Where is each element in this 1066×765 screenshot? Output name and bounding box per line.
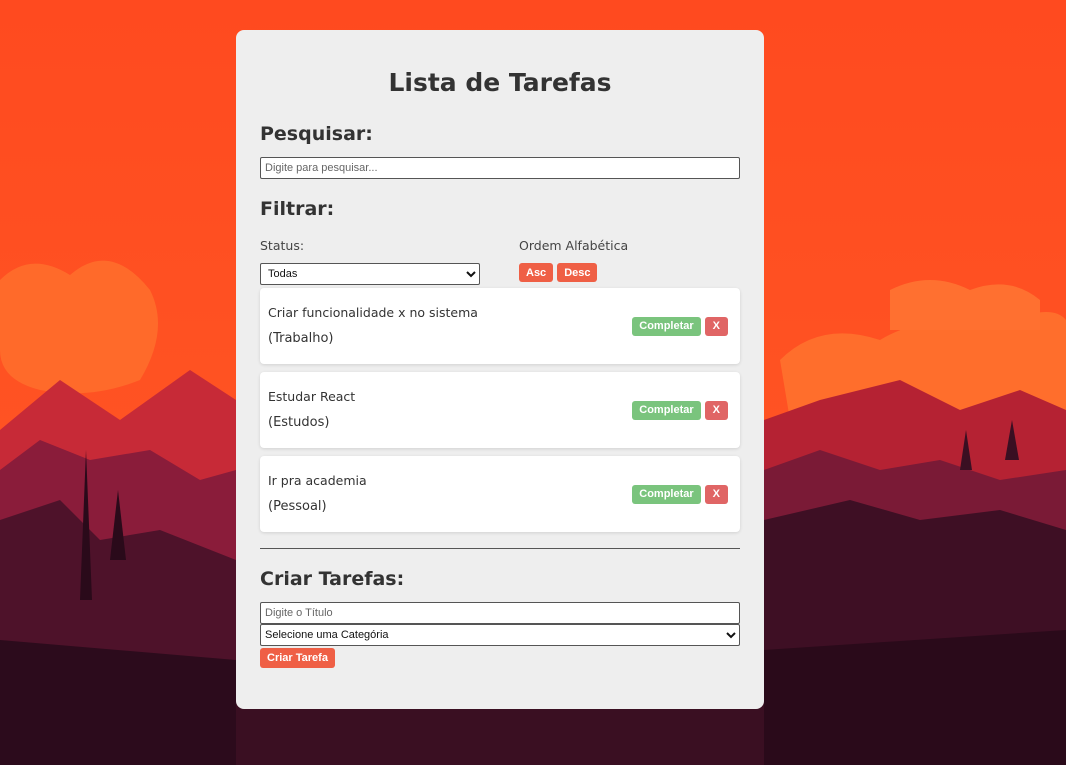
task-item: Estudar React (Estudos) Completar X [260, 372, 740, 448]
task-category: (Estudos) [268, 415, 330, 430]
delete-task-button[interactable]: X [704, 316, 728, 336]
order-filter: Ordem Alfabética Asc Desc [519, 237, 628, 285]
category-select[interactable]: Selecione uma Categória [260, 624, 740, 646]
task-text: Criar funcionalidade x no sistema (Traba… [268, 305, 478, 347]
task-actions: Completar X [632, 484, 728, 504]
task-text: Estudar React (Estudos) [268, 389, 355, 431]
task-text: Ir pra academia (Pessoal) [268, 473, 367, 515]
status-filter: Status: Todas [260, 237, 519, 285]
task-app-card: Lista de Tarefas Pesquisar: Filtrar: Sta… [236, 30, 764, 709]
task-list: Criar funcionalidade x no sistema (Traba… [260, 288, 740, 532]
search-input[interactable] [260, 157, 740, 179]
task-actions: Completar X [632, 316, 728, 336]
task-title: Estudar React [268, 389, 356, 404]
task-item: Ir pra academia (Pessoal) Completar X [260, 456, 740, 532]
sort-buttons: Asc Desc [519, 263, 628, 282]
status-select[interactable]: Todas [260, 263, 480, 285]
page-title: Lista de Tarefas [388, 68, 612, 97]
filter-row: Status: Todas Ordem Alfabética Asc Desc [260, 237, 740, 285]
create-task-button[interactable]: Criar Tarefa [260, 648, 335, 668]
sort-desc-button[interactable]: Desc [557, 263, 598, 282]
task-item: Criar funcionalidade x no sistema (Traba… [260, 288, 740, 364]
status-label: Status: [260, 238, 305, 253]
section-divider [260, 548, 740, 549]
create-task-form: Selecione uma Categória Criar Tarefa [260, 602, 740, 668]
search-heading: Pesquisar: [260, 123, 373, 145]
complete-task-button[interactable]: Completar [632, 400, 701, 420]
complete-task-button[interactable]: Completar [632, 484, 701, 504]
task-category: (Pessoal) [268, 499, 327, 514]
task-actions: Completar X [632, 400, 728, 420]
order-label: Ordem Alfabética [519, 238, 629, 253]
create-heading: Criar Tarefas: [260, 568, 405, 590]
task-title-input[interactable] [260, 602, 740, 624]
complete-task-button[interactable]: Completar [632, 316, 701, 336]
task-title: Criar funcionalidade x no sistema [268, 305, 478, 320]
filter-heading: Filtrar: [260, 198, 335, 220]
task-category: (Trabalho) [268, 331, 334, 346]
delete-task-button[interactable]: X [704, 484, 728, 504]
task-title: Ir pra academia [268, 473, 367, 488]
sort-asc-button[interactable]: Asc [519, 263, 554, 282]
delete-task-button[interactable]: X [704, 400, 728, 420]
